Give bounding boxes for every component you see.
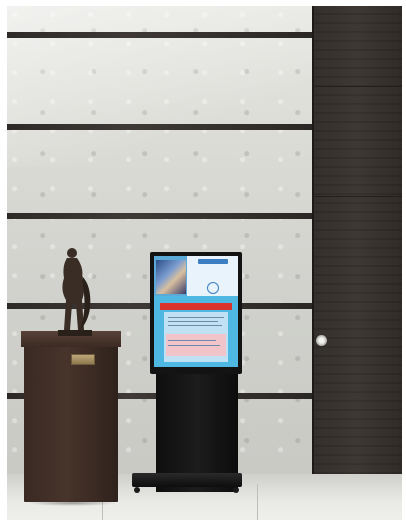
screen-logo-icon <box>207 282 219 294</box>
wood-panel-seam <box>312 196 402 197</box>
screen-text-line <box>168 345 220 346</box>
kiosk-wheel <box>233 487 239 493</box>
wall-button <box>316 335 327 346</box>
wall-stripe <box>7 32 312 38</box>
pedestal-plaque <box>71 354 95 365</box>
wall-stripe <box>7 124 312 130</box>
screen-text-line <box>168 325 222 326</box>
bronze-sculpture <box>58 248 92 336</box>
screen-text-line <box>168 340 216 341</box>
kiosk-wheel <box>134 487 140 493</box>
screen-photo <box>156 260 186 294</box>
floor-tile-line <box>257 484 258 520</box>
photo-scene <box>7 6 402 520</box>
wall-light-reflection <box>7 6 312 166</box>
signage-screen <box>154 256 238 367</box>
screen-text-line <box>168 317 224 318</box>
wood-panel-seam <box>312 86 402 87</box>
screen-text-line <box>168 321 218 322</box>
wall-stripe <box>7 213 312 219</box>
screen-red-banner <box>160 303 232 310</box>
wood-panel <box>312 6 402 474</box>
wood-panel-edge <box>312 6 314 474</box>
screen-header-chip <box>198 259 228 264</box>
kiosk-base <box>132 473 242 487</box>
